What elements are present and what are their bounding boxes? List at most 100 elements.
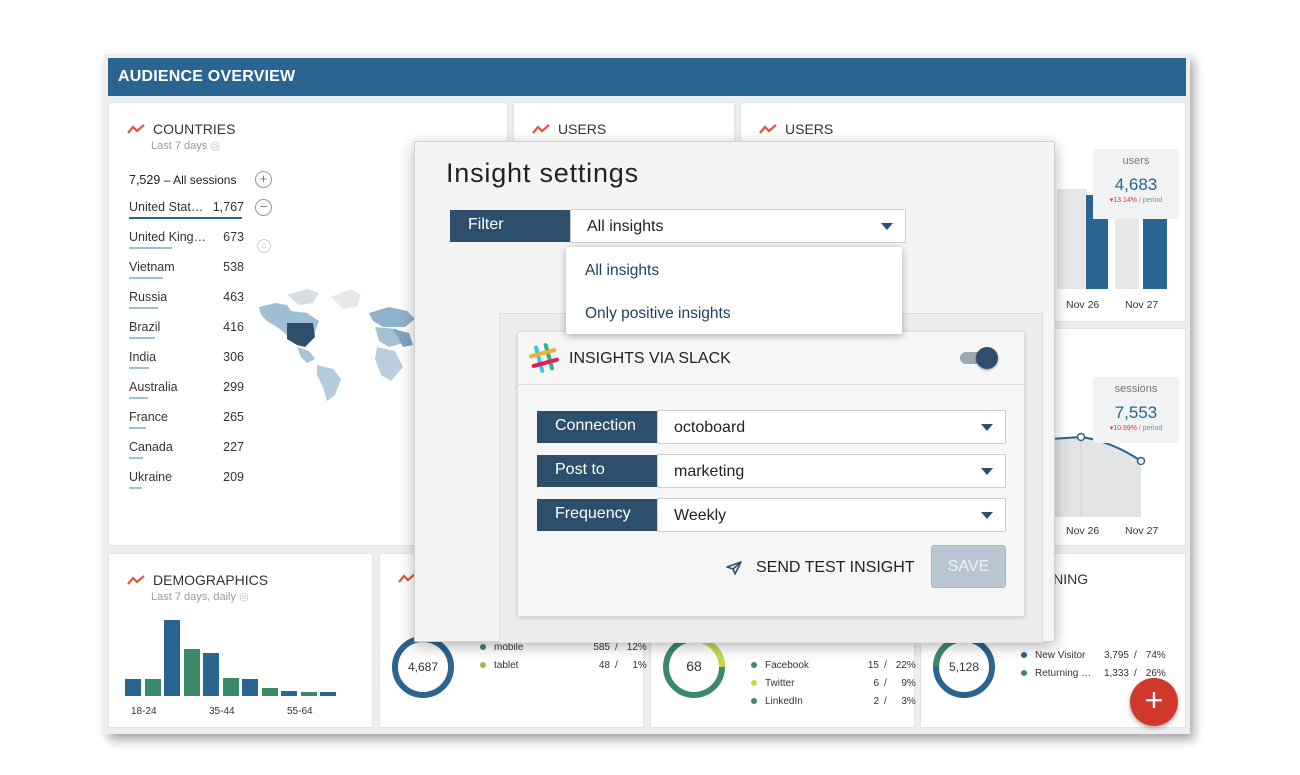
social-donut: 68 bbox=[663, 636, 725, 698]
country-value: 538 bbox=[223, 260, 244, 274]
filter-label: Filter bbox=[450, 210, 570, 242]
country-row[interactable]: Ukraine 209 bbox=[129, 470, 244, 489]
send-icon bbox=[726, 561, 742, 575]
country-name: Canada bbox=[129, 440, 173, 454]
country-share-bar bbox=[129, 307, 158, 309]
country-value: 227 bbox=[223, 440, 244, 454]
x-tick-label: 35-44 bbox=[209, 706, 235, 717]
x-tick-label: Nov 26 bbox=[1066, 299, 1100, 311]
demographics-bar bbox=[242, 679, 258, 696]
add-button[interactable]: + bbox=[1130, 678, 1178, 726]
demographics-subtitle: Last 7 days, daily ◎ bbox=[151, 591, 249, 603]
country-share-bar bbox=[129, 427, 146, 429]
connection-label: Connection bbox=[537, 411, 657, 443]
country-share-bar bbox=[129, 247, 172, 249]
country-row[interactable]: India 306 bbox=[129, 350, 244, 369]
country-name: Russia bbox=[129, 290, 168, 304]
x-tick-label: 18-24 bbox=[131, 706, 157, 717]
trend-icon bbox=[532, 124, 550, 134]
bar-nov27 bbox=[1143, 215, 1167, 289]
country-name: United Stat… bbox=[129, 200, 204, 214]
chevron-down-icon bbox=[981, 512, 993, 519]
demographics-bar bbox=[281, 691, 297, 696]
legend-dot bbox=[751, 662, 757, 668]
country-row[interactable]: Canada 227 bbox=[129, 440, 244, 459]
country-name: France bbox=[129, 410, 168, 424]
social-legend: Facebook 15/22% Twitter 6/9% LinkedIn 2/3% bbox=[751, 656, 916, 710]
demographics-bar bbox=[203, 653, 219, 696]
slack-logo-icon bbox=[529, 343, 559, 373]
country-row[interactable]: Brazil 416 bbox=[129, 320, 244, 339]
demographics-bar bbox=[183, 649, 200, 696]
country-share-bar bbox=[129, 277, 163, 279]
country-value: 416 bbox=[223, 320, 244, 334]
legend-dot bbox=[1021, 670, 1027, 676]
legend-row: LinkedIn 2/3% bbox=[751, 692, 916, 710]
legend-dot bbox=[751, 698, 757, 704]
legend-dot bbox=[1021, 652, 1027, 658]
demographics-bar bbox=[144, 679, 161, 696]
x-tick-label: 55-64 bbox=[287, 706, 313, 717]
send-test-insight-button[interactable]: SEND TEST INSIGHT bbox=[726, 559, 915, 577]
save-button[interactable]: SAVE bbox=[931, 545, 1006, 588]
country-value: 1,767 bbox=[212, 200, 244, 214]
filter-dropdown-menu: All insights Only positive insights bbox=[566, 247, 902, 334]
slack-title: INSIGHTS VIA SLACK bbox=[569, 350, 731, 367]
country-share-bar bbox=[129, 367, 149, 369]
country-share-bar bbox=[129, 487, 142, 489]
zoom-out-icon[interactable]: − bbox=[255, 199, 272, 216]
chevron-down-icon bbox=[981, 468, 993, 475]
country-value: 299 bbox=[223, 380, 244, 394]
dropdown-option-only-positive[interactable]: Only positive insights bbox=[585, 305, 731, 323]
country-row[interactable]: France 265 bbox=[129, 410, 244, 429]
x-tick-label: Nov 26 bbox=[1066, 525, 1100, 537]
country-row[interactable]: Russia 463 bbox=[129, 290, 244, 309]
dropdown-option-all-insights[interactable]: All insights bbox=[585, 262, 659, 280]
legend-dot bbox=[751, 680, 757, 686]
demographics-bar bbox=[164, 620, 180, 696]
x-tick-label: Nov 27 bbox=[1125, 525, 1159, 537]
slack-enabled-toggle[interactable] bbox=[960, 347, 998, 369]
country-row[interactable]: United Kingd… 673 bbox=[129, 230, 244, 249]
frequency-label: Frequency bbox=[537, 499, 657, 531]
frequency-select[interactable]: Weekly bbox=[657, 498, 1006, 532]
trend-icon bbox=[127, 124, 145, 134]
donut-total: 5,128 bbox=[949, 660, 979, 674]
country-name: United Kingd… bbox=[129, 230, 207, 244]
country-value: 463 bbox=[223, 290, 244, 304]
slack-card-header: INSIGHTS VIA SLACK bbox=[518, 332, 1024, 385]
zoom-in-icon[interactable]: + bbox=[255, 171, 272, 188]
info-icon: ◎ bbox=[210, 140, 220, 152]
slack-card: INSIGHTS VIA SLACK Connection octoboard … bbox=[517, 331, 1025, 617]
country-share-bar bbox=[129, 217, 242, 219]
post-to-label: Post to bbox=[537, 455, 657, 487]
countries-subtitle: Last 7 days ◎ bbox=[151, 140, 220, 152]
country-name: Brazil bbox=[129, 320, 161, 334]
demographics-bar bbox=[125, 679, 141, 696]
country-row[interactable]: Vietnam 538 bbox=[129, 260, 244, 279]
countries-title: COUNTRIES bbox=[127, 121, 235, 137]
devices-donut: 4,687 bbox=[392, 636, 454, 698]
chevron-down-icon bbox=[981, 424, 993, 431]
post-to-select[interactable]: marketing bbox=[657, 454, 1006, 488]
legend-row: Twitter 6/9% bbox=[751, 674, 916, 692]
donut-total: 68 bbox=[686, 658, 702, 674]
legend-dot bbox=[480, 644, 486, 650]
sessions-stat-card: sessions 7,553 ▾10.99% / period bbox=[1093, 377, 1179, 443]
country-row[interactable]: United Stat… 1,767 bbox=[129, 200, 244, 219]
legend-dot bbox=[480, 662, 486, 668]
info-icon: ◎ bbox=[239, 591, 249, 603]
country-share-bar bbox=[129, 397, 148, 399]
filter-select[interactable]: All insights bbox=[570, 209, 906, 243]
country-row[interactable]: Australia 299 bbox=[129, 380, 244, 399]
demographics-bar bbox=[261, 688, 278, 696]
bar-ghost bbox=[1057, 189, 1087, 289]
data-point bbox=[1136, 456, 1146, 466]
returning-legend: New Visitor 3,795/74% Returning … 1,333/26… bbox=[1021, 646, 1166, 682]
country-name: Vietnam bbox=[129, 260, 175, 274]
connection-select[interactable]: octoboard bbox=[657, 410, 1006, 444]
country-name: India bbox=[129, 350, 157, 364]
home-icon[interactable]: ⌂ bbox=[257, 239, 271, 253]
demographics-bar bbox=[222, 678, 239, 696]
countries-total: 7,529 – All sessions bbox=[129, 173, 237, 187]
